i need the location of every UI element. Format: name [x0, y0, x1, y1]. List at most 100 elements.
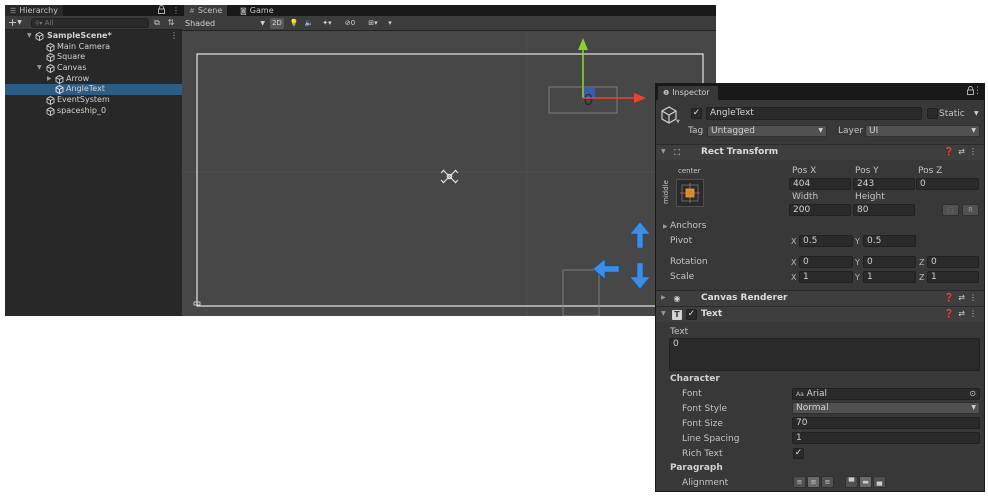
align-middle-icon[interactable]: ▬: [859, 476, 872, 488]
sort-icon[interactable]: ⇅: [166, 18, 176, 28]
pos-y-label: Pos Y: [855, 166, 879, 176]
font-style-value: Normal: [796, 403, 829, 413]
pos-y-value: 243: [857, 179, 875, 189]
width-input[interactable]: 200: [789, 204, 851, 216]
pos-z-input[interactable]: 0: [916, 178, 979, 190]
pivot-y-input[interactable]: 0.5: [863, 235, 916, 247]
anchors-expand-icon[interactable]: ▶: [663, 223, 668, 230]
rot-x-input[interactable]: 0: [799, 256, 853, 268]
anchors-label[interactable]: Anchors: [670, 220, 706, 232]
component-tools-icon[interactable]: ❓⇄⋮: [944, 309, 981, 318]
audio-toggle-icon[interactable]: 🔈: [303, 18, 315, 29]
tag-dropdown[interactable]: Untagged ▼: [707, 125, 827, 137]
rich-text-label: Rich Text: [682, 449, 723, 459]
object-name-input[interactable]: AngleText: [706, 107, 922, 120]
layer-value: UI: [869, 126, 879, 136]
active-checkbox[interactable]: ✓: [691, 108, 702, 119]
component-tools-icon[interactable]: ❓⇄⋮: [944, 147, 981, 156]
hierarchy-search-input[interactable]: ⚲▾ All: [31, 18, 149, 28]
pos-y-input[interactable]: 243: [853, 178, 915, 190]
gizmos-caret-icon[interactable]: ▾: [385, 18, 395, 29]
rot-z-input[interactable]: 0: [927, 256, 979, 268]
grid-snap-dropdown-icon[interactable]: ⊞▾: [364, 18, 382, 29]
text-component-title: Text: [701, 309, 723, 319]
rot-z-value: 0: [931, 257, 937, 267]
2d-mode-button[interactable]: 2D: [270, 18, 284, 29]
effects-dropdown-icon[interactable]: ✦▾: [318, 18, 336, 29]
font-size-value: 70: [796, 418, 808, 428]
blueprint-mode-icon[interactable]: ⬚: [942, 204, 959, 216]
tab-hierarchy[interactable]: ☰ Hierarchy: [5, 5, 63, 16]
canvas-renderer-header[interactable]: ▶ ◉ Canvas Renderer ❓⇄⋮: [656, 290, 984, 306]
align-right-icon[interactable]: ≡: [821, 476, 834, 488]
gameobject-icon: [46, 53, 55, 63]
tree-row-spaceship[interactable]: spaceship_0: [5, 106, 182, 117]
rot-y-input[interactable]: 0: [863, 256, 916, 268]
font-style-dropdown[interactable]: Normal ▼: [792, 402, 980, 414]
expand-arrow-icon[interactable]: ▶: [661, 294, 666, 301]
static-checkbox[interactable]: [927, 108, 938, 119]
tree-item-label: AngleText: [66, 84, 105, 94]
shading-mode-dropdown[interactable]: Shaded ▼: [185, 18, 265, 29]
scene-viewport[interactable]: 0: [182, 32, 716, 316]
lock-icon[interactable]: [158, 5, 165, 16]
tree-row-arrow[interactable]: ▶ Arrow: [5, 74, 182, 85]
tree-row-eventsystem[interactable]: EventSystem: [5, 95, 182, 106]
align-center-icon[interactable]: ≡: [807, 476, 820, 488]
tab-inspector[interactable]: ❶ Inspector: [658, 86, 718, 100]
line-spacing-input[interactable]: 1: [792, 432, 980, 444]
scene-menu-icon[interactable]: ⋮: [170, 31, 178, 42]
static-dropdown-caret-icon[interactable]: ▼: [974, 110, 979, 117]
raw-edit-button[interactable]: R: [962, 204, 979, 216]
align-top-icon[interactable]: ▀: [845, 476, 858, 488]
hidden-count: 0: [350, 19, 356, 27]
gameobject-icon: [55, 85, 64, 95]
tree-row-main-camera[interactable]: Main Camera: [5, 42, 182, 53]
text-enabled-checkbox[interactable]: ✓: [686, 309, 697, 320]
font-style-label: Font Style: [682, 404, 728, 414]
expand-arrow-icon[interactable]: ▼: [37, 63, 42, 74]
lighting-toggle-icon[interactable]: 💡: [288, 18, 300, 29]
scene-visibility-icon[interactable]: ⧉: [152, 18, 162, 28]
pos-x-input[interactable]: 404: [789, 178, 851, 190]
component-tools-icon[interactable]: ❓⇄⋮: [944, 293, 981, 302]
font-field[interactable]: Aa Arial ⊙: [792, 388, 980, 400]
tree-row-canvas[interactable]: ▼ Canvas: [5, 63, 182, 74]
text-component-header[interactable]: ▼ T ✓ Text ❓⇄⋮: [656, 306, 984, 322]
object-picker-icon[interactable]: ⊙: [969, 389, 976, 399]
rich-text-checkbox[interactable]: ✓: [793, 448, 804, 459]
scale-x-input[interactable]: 1: [799, 271, 853, 283]
hidden-objects-icon[interactable]: ⊘0: [340, 18, 360, 29]
tree-item-label: Canvas: [57, 63, 87, 73]
collapse-arrow-icon[interactable]: ▼: [661, 310, 666, 317]
tab-game-label: Game: [249, 6, 274, 15]
scale-y-input[interactable]: 1: [863, 271, 916, 283]
font-size-input[interactable]: 70: [792, 417, 980, 429]
align-left-icon[interactable]: ≡: [793, 476, 806, 488]
pivot-y-axis-label: Y: [855, 237, 860, 246]
height-input[interactable]: 80: [853, 204, 915, 216]
layer-dropdown[interactable]: UI ▼: [865, 125, 980, 137]
add-button[interactable]: +▼: [8, 17, 26, 29]
more-options-icon[interactable]: ⋮: [973, 86, 982, 96]
scale-label: Scale: [670, 272, 695, 282]
tree-row-angletext[interactable]: AngleText: [5, 84, 182, 96]
tree-row-scene[interactable]: ▼ SampleScene* ⋮: [5, 31, 182, 42]
pivot-x-input[interactable]: 0.5: [799, 235, 853, 247]
dropdown-caret-icon: ▼: [260, 20, 265, 27]
expand-arrow-icon[interactable]: ▼: [27, 31, 32, 42]
text-content-area[interactable]: 0: [669, 338, 980, 371]
tab-scene[interactable]: # Scene: [184, 5, 228, 16]
dropdown-caret-icon: ▼: [818, 127, 823, 134]
scale-z-input[interactable]: 1: [927, 271, 979, 283]
anchor-presets-button[interactable]: [676, 179, 704, 207]
more-options-icon[interactable]: ⋮: [172, 5, 180, 16]
icon-picker-caret-icon[interactable]: ▼: [676, 119, 680, 125]
collapse-arrow-icon[interactable]: ▼: [661, 148, 666, 155]
inspector-tabbar: ❶ Inspector ⋮: [656, 84, 984, 100]
collapse-arrow-icon[interactable]: ▶: [47, 74, 52, 85]
align-bottom-icon[interactable]: ▄: [873, 476, 886, 488]
tab-game[interactable]: ◙ Game: [235, 5, 279, 16]
rect-transform-header[interactable]: ▼ ⛶ Rect Transform ❓⇄⋮: [656, 144, 984, 160]
tree-row-square[interactable]: Square: [5, 52, 182, 63]
